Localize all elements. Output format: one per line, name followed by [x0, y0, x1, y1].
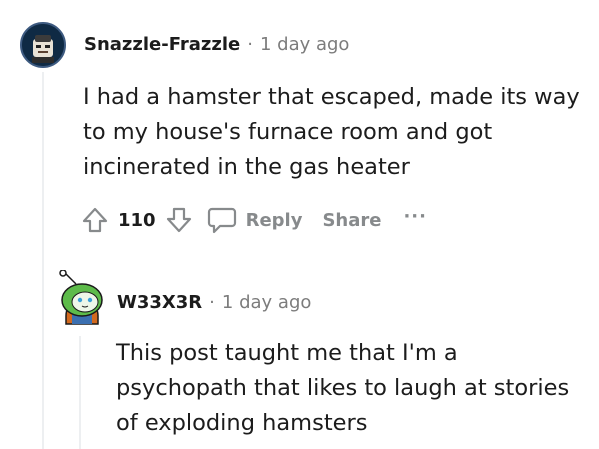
user-avatar-icon	[22, 24, 64, 66]
comment-body-line: psychopath that likes to laugh at storie…	[116, 375, 570, 401]
share-button[interactable]: Share	[322, 210, 381, 231]
thread-line-reply[interactable]	[79, 336, 81, 449]
more-options-button[interactable]: ···	[403, 206, 427, 227]
reply-label: Reply	[245, 209, 303, 231]
thread-line-primary[interactable]	[42, 72, 44, 449]
reply-button[interactable]: Reply	[206, 205, 303, 235]
comment-body-line: This post taught me that I'm a	[116, 340, 458, 366]
comment-author[interactable]: Snazzle-Frazzle	[84, 34, 240, 55]
comment-bubble-icon	[206, 205, 238, 235]
upvote-icon[interactable]	[80, 205, 110, 235]
downvote-icon[interactable]	[164, 205, 194, 235]
meta-separator: ·	[247, 34, 253, 55]
comment-body-line: I had a hamster that escaped, made its w…	[83, 84, 580, 110]
meta-separator: ·	[209, 292, 215, 313]
comment-meta: W33X3R · 1 day ago	[117, 292, 311, 313]
comment-body: This post taught me that I'm a psychopat…	[116, 336, 569, 441]
comment-body: I had a hamster that escaped, made its w…	[83, 80, 580, 185]
comment-meta: Snazzle-Frazzle · 1 day ago	[84, 34, 349, 55]
vote-score: 110	[118, 209, 156, 231]
comment-author[interactable]: W33X3R	[117, 292, 202, 313]
comment-actions: 110 Reply Share ···	[80, 205, 427, 235]
comment-body-line: incinerated in the gas heater	[83, 154, 410, 180]
comment-body-line: of exploding hamsters	[116, 410, 368, 436]
avatar[interactable]	[52, 269, 108, 326]
comment-body-line: to my house's furnace room and got	[83, 119, 493, 145]
avatar[interactable]	[20, 22, 66, 68]
comment-time[interactable]: 1 day ago	[260, 34, 349, 55]
comment-time[interactable]: 1 day ago	[222, 292, 311, 313]
snoo-avatar-icon	[59, 269, 103, 325]
